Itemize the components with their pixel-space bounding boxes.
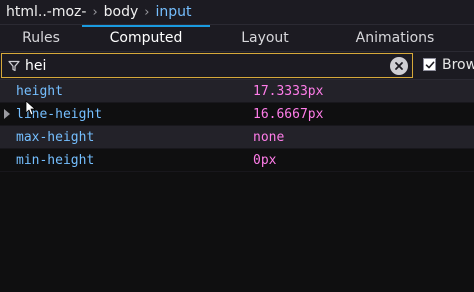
checkmark-icon [425,61,434,68]
property-value: none [253,129,285,145]
property-value: 16.6667px [253,106,324,122]
browser-styles-label[interactable]: Brow [442,57,474,73]
property-name: max-height [16,129,95,145]
filter-input-value[interactable]: hei [25,58,390,74]
sidebar-tab-bar: Rules Computed Layout Animations [0,25,474,52]
filter-icon [5,60,23,72]
filter-toolbar: hei Brow [0,52,474,80]
devtools-inspector-panel: html..-moz- › body › input Rules Compute… [0,0,474,292]
property-value: 0px [253,152,277,168]
tab-computed[interactable]: Computed [82,25,210,51]
filter-styles-input[interactable]: hei [1,53,413,78]
clear-icon[interactable] [390,56,408,75]
breadcrumb-item-input[interactable]: input [149,4,197,20]
breadcrumb-item-body[interactable]: body [98,4,145,20]
computed-property-list: height 17.3333px line-height 16.6667px m… [0,80,474,172]
browser-styles-checkbox[interactable] [423,58,436,71]
tab-animations[interactable]: Animations [320,25,470,51]
property-row-min-height[interactable]: min-height 0px [0,149,474,172]
property-value: 17.3333px [253,83,324,99]
property-name: min-height [16,152,95,168]
property-row-line-height[interactable]: line-height 16.6667px [0,103,474,126]
tab-layout[interactable]: Layout [210,25,320,51]
property-row-height[interactable]: height 17.3333px [0,80,474,103]
property-name: height [16,83,63,99]
breadcrumb-item-html[interactable]: html..-moz- [0,4,92,20]
expand-twisty-icon[interactable] [4,109,10,119]
tab-rules[interactable]: Rules [0,25,82,51]
property-row-max-height[interactable]: max-height none [0,126,474,149]
breadcrumb: html..-moz- › body › input [0,0,474,25]
mouse-cursor-icon [25,100,35,116]
